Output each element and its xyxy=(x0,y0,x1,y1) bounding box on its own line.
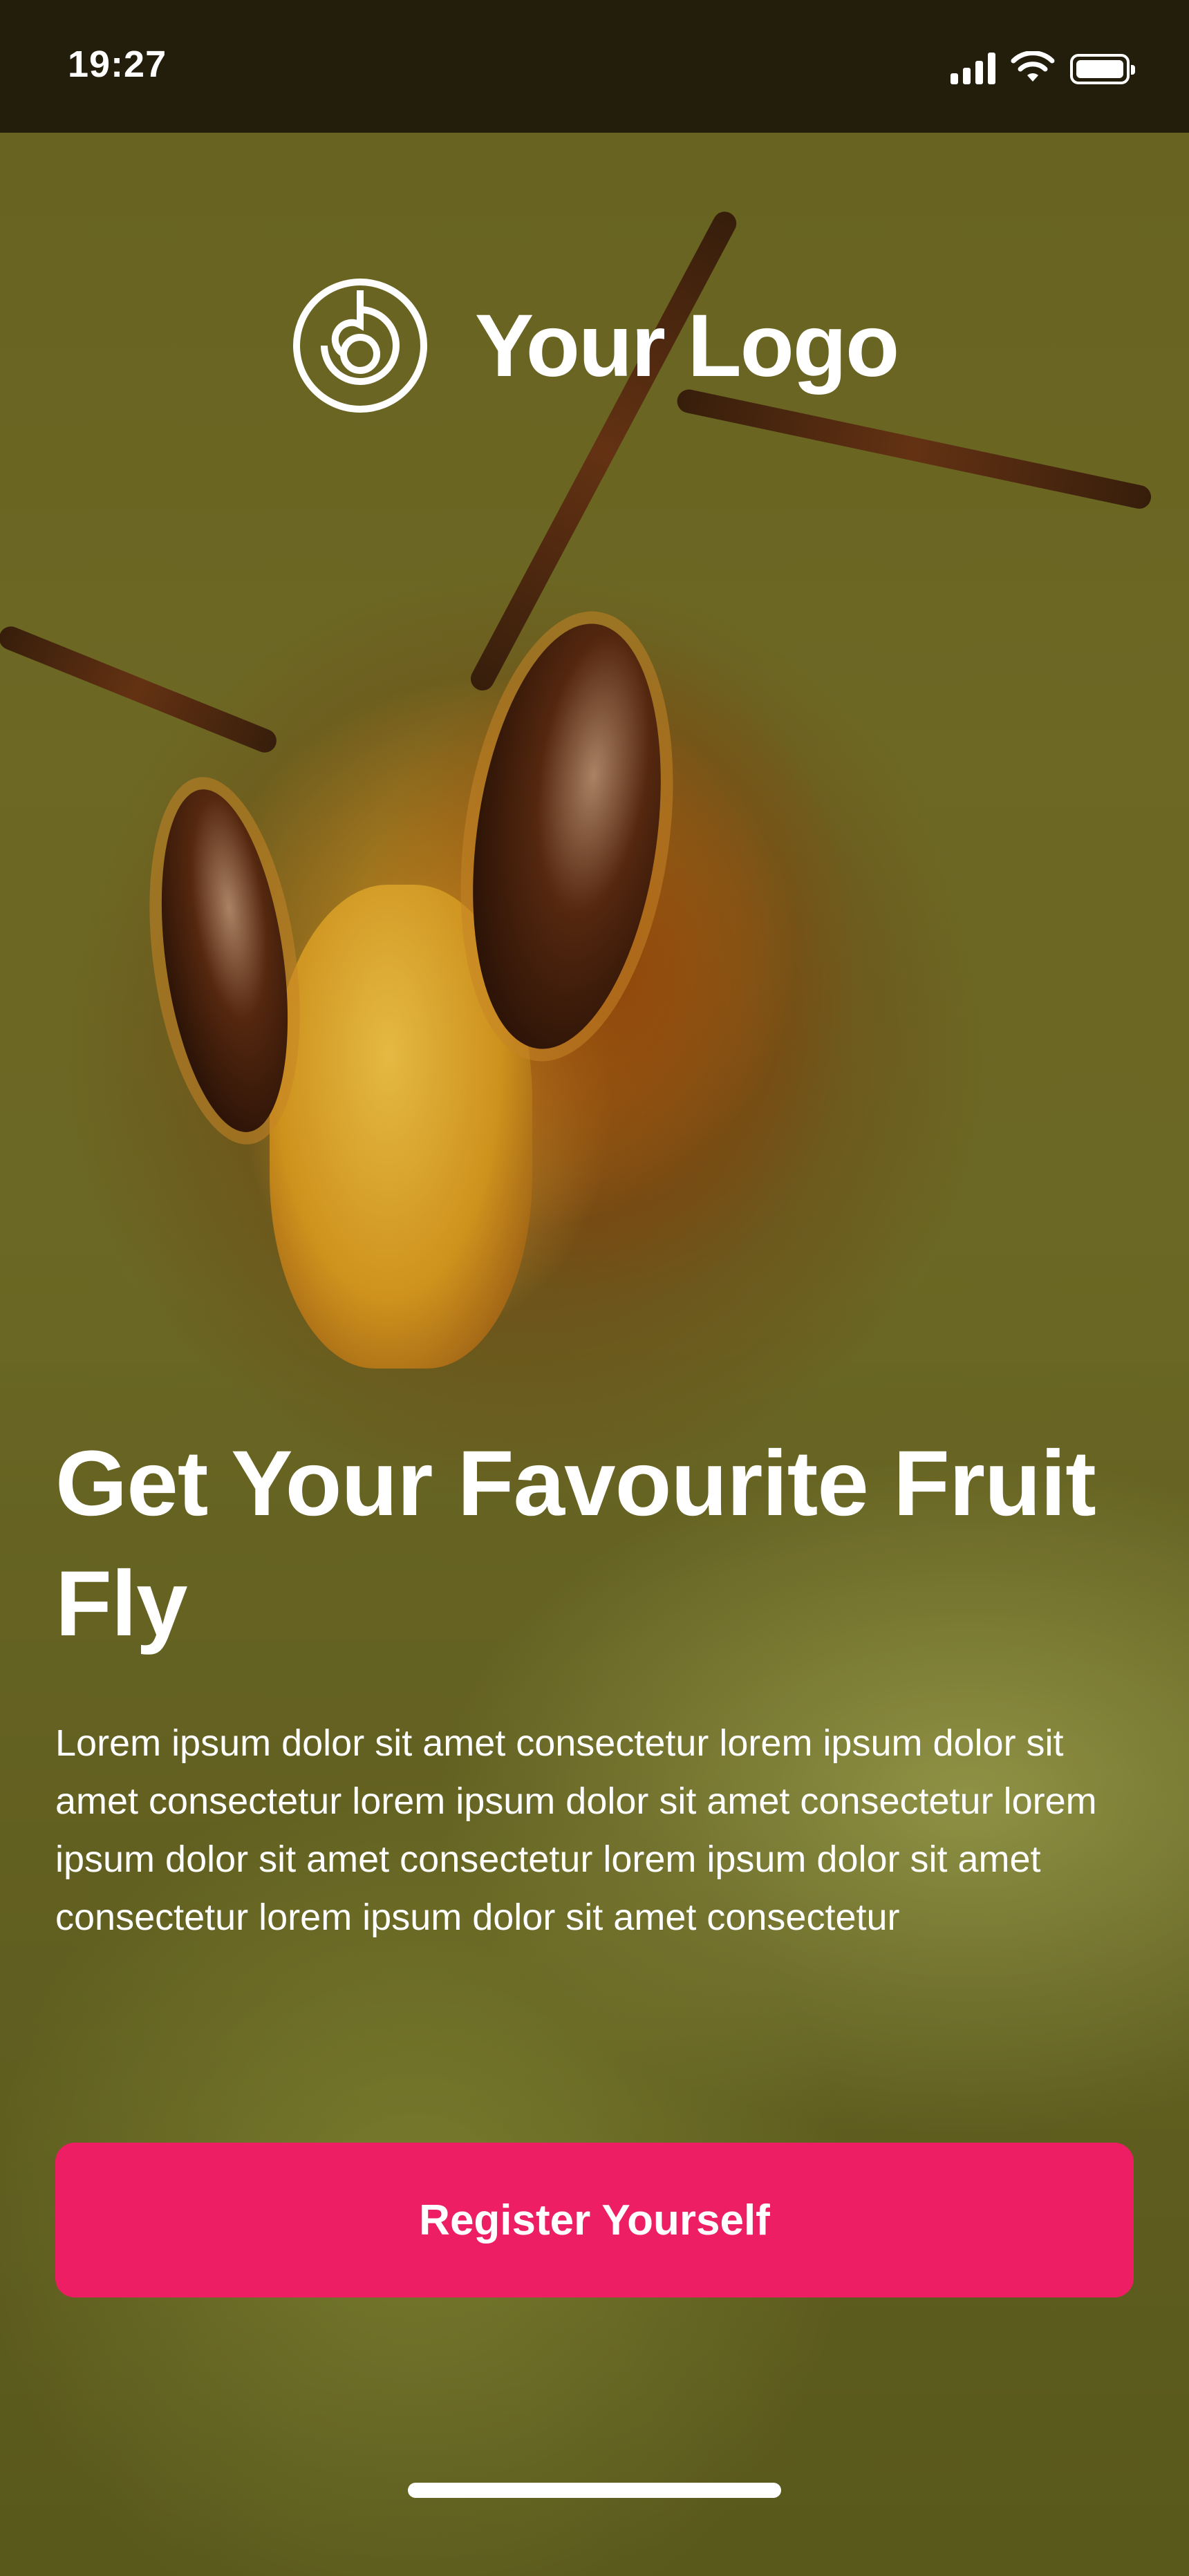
onboarding-screen: 19:27 Your Logo Get Your Favourite Fruit… xyxy=(0,0,1189,2576)
status-icons xyxy=(951,46,1135,84)
status-bar: 19:27 xyxy=(0,0,1189,133)
page-description: Lorem ipsum dolor sit amet consectetur l… xyxy=(55,1722,1097,1938)
battery-icon xyxy=(1070,54,1135,84)
home-indicator[interactable] xyxy=(408,2483,781,2498)
wifi-icon xyxy=(1011,51,1055,82)
status-time: 19:27 xyxy=(68,44,167,85)
page-title: Get Your Favourite Fruit Fly xyxy=(55,1432,1096,1655)
logo-text: Your Logo xyxy=(474,296,899,395)
register-button[interactable]: Register Yourself xyxy=(55,2143,1134,2297)
brand-logo: Your Logo xyxy=(0,276,1189,415)
spiral-logo-icon xyxy=(292,279,427,413)
signal-icon xyxy=(951,51,995,84)
